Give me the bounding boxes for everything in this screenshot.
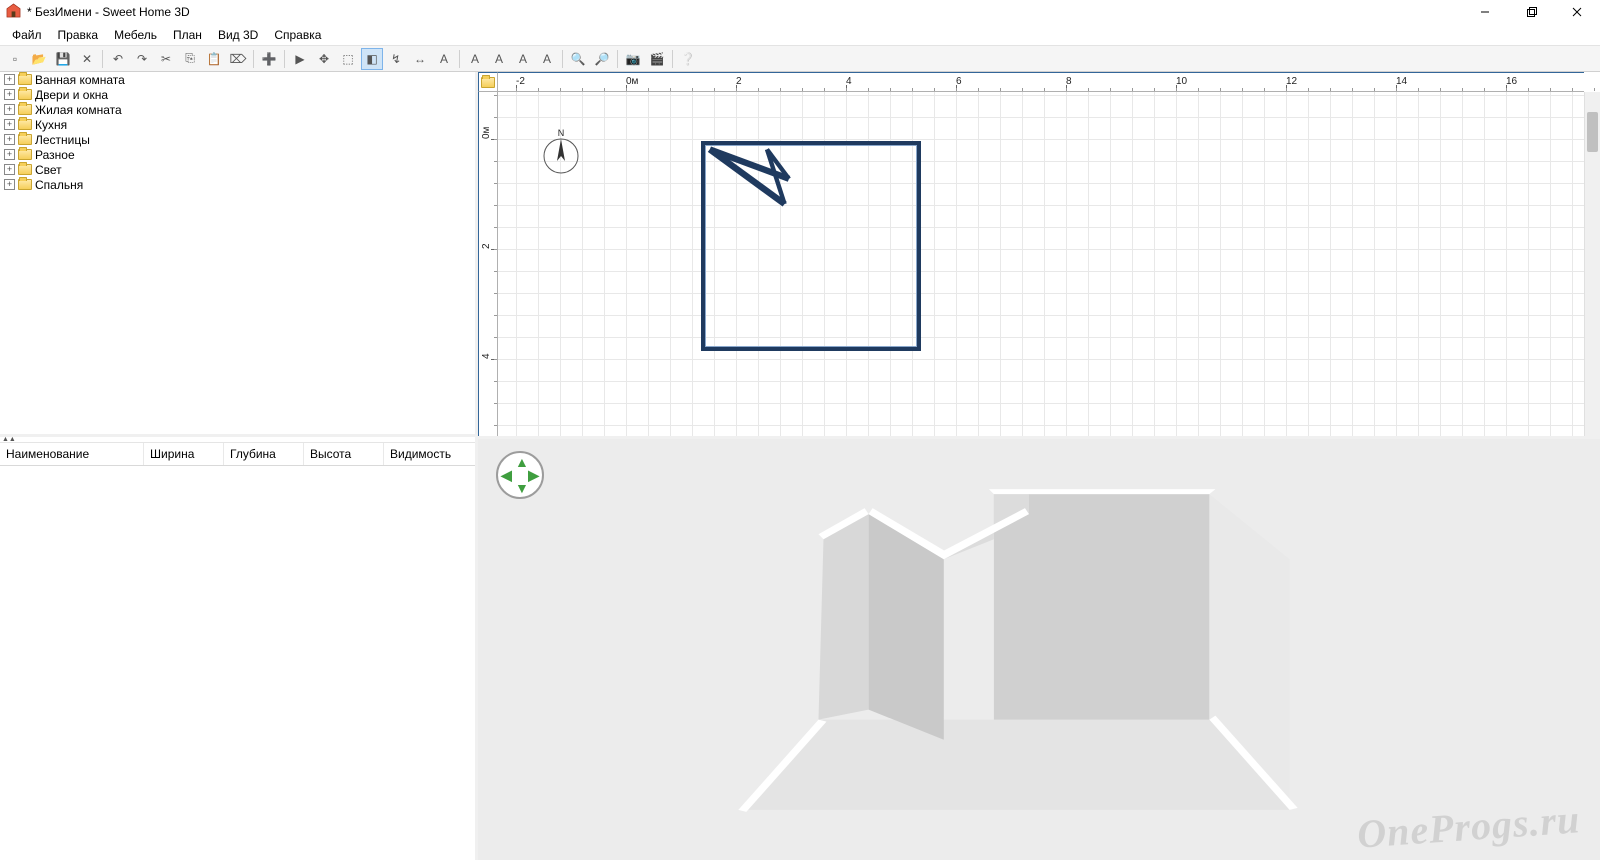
text-bold-icon[interactable]: A [464, 48, 486, 70]
expand-icon[interactable]: + [4, 149, 15, 160]
catalog-label: Свет [35, 163, 62, 177]
catalog-category[interactable]: + Разное [0, 147, 475, 162]
catalog-category[interactable]: + Двери и окна [0, 87, 475, 102]
catalog-label: Жилая комната [35, 103, 122, 117]
catalog-label: Разное [35, 148, 75, 162]
text-increase-icon[interactable]: A [512, 48, 534, 70]
create-rooms-icon[interactable]: ◧ [361, 48, 383, 70]
copy-icon[interactable]: ⎘ [179, 48, 201, 70]
create-dimension-icon[interactable]: ↔ [409, 48, 431, 70]
undo-icon[interactable]: ↶ [107, 48, 129, 70]
table-column-header[interactable]: Наименование [0, 443, 144, 465]
menu-мебель[interactable]: Мебель [106, 26, 165, 44]
table-column-header[interactable]: Ширина [144, 443, 224, 465]
3d-view[interactable]: ▲ ▼ ◀ ▶ [478, 439, 1600, 860]
folder-icon [18, 134, 32, 145]
new-file-icon[interactable]: ▫ [4, 48, 26, 70]
ruler-tick: 0м [626, 76, 638, 87]
ruler-tick: 0м [481, 127, 492, 139]
preferences-icon[interactable]: ✕ [76, 48, 98, 70]
text-decrease-icon[interactable]: A [536, 48, 558, 70]
zoom-in-icon[interactable]: 🔍 [567, 48, 589, 70]
maximize-button[interactable] [1508, 0, 1554, 24]
zoom-out-icon[interactable]: 🔎 [591, 48, 613, 70]
catalog-category[interactable]: + Кухня [0, 117, 475, 132]
folder-icon [18, 119, 32, 130]
cut-icon[interactable]: ✂ [155, 48, 177, 70]
catalog-category[interactable]: + Ванная комната [0, 72, 475, 87]
horizontal-ruler: -20м2468101214161820 [498, 72, 1584, 92]
window-title: * БезИмени - Sweet Home 3D [27, 5, 190, 19]
delete-icon[interactable]: ⌦ [227, 48, 249, 70]
help-icon[interactable]: ❔ [677, 48, 699, 70]
select-icon[interactable]: ▶ [289, 48, 311, 70]
folder-icon [18, 149, 32, 160]
pan-icon[interactable]: ✥ [313, 48, 335, 70]
catalog-label: Кухня [35, 118, 67, 132]
create-polyline-icon[interactable]: ↯ [385, 48, 407, 70]
add-furniture-icon[interactable]: ➕ [258, 48, 280, 70]
folder-icon [18, 74, 32, 85]
furniture-catalog-tree[interactable]: + Ванная комната + Двери и окна + Жилая комна… [0, 72, 475, 437]
minimize-button[interactable] [1462, 0, 1508, 24]
vertical-ruler: 0м246 [478, 92, 498, 436]
folder-icon [18, 179, 32, 190]
redo-icon[interactable]: ↷ [131, 48, 153, 70]
menu-bar: ФайлПравкаМебельПланВид 3DСправка [0, 24, 1600, 46]
save-icon[interactable]: 💾 [52, 48, 74, 70]
ruler-tick: 16 [1506, 76, 1517, 87]
table-column-header[interactable]: Видимость [384, 443, 464, 465]
plan-2d-view[interactable]: -20м2468101214161820 0м246 N [478, 72, 1600, 439]
menu-правка[interactable]: Правка [50, 26, 107, 44]
table-column-header[interactable]: Высота [304, 443, 384, 465]
furniture-table-body[interactable] [0, 466, 475, 860]
catalog-label: Спальня [35, 178, 83, 192]
menu-справка[interactable]: Справка [266, 26, 329, 44]
catalog-category[interactable]: + Жилая комната [0, 102, 475, 117]
ruler-tick: 10 [1176, 76, 1187, 87]
create-text-icon[interactable]: A [433, 48, 455, 70]
expand-icon[interactable]: + [4, 179, 15, 190]
ruler-tick: 14 [1396, 76, 1407, 87]
catalog-label: Ванная комната [35, 73, 125, 87]
catalog-category[interactable]: + Спальня [0, 177, 475, 192]
expand-icon[interactable]: + [4, 104, 15, 115]
menu-план[interactable]: План [165, 26, 210, 44]
catalog-category[interactable]: + Свет [0, 162, 475, 177]
expand-icon[interactable]: + [4, 164, 15, 175]
catalog-label: Двери и окна [35, 88, 108, 102]
folder-icon [18, 164, 32, 175]
ruler-tick: 12 [1286, 76, 1297, 87]
app-icon [6, 3, 21, 21]
folder-icon [18, 104, 32, 115]
expand-icon[interactable]: + [4, 89, 15, 100]
table-column-header[interactable]: Глубина [224, 443, 304, 465]
open-folder-icon[interactable]: 📂 [28, 48, 50, 70]
expand-icon[interactable]: + [4, 119, 15, 130]
ruler-tick: -2 [516, 76, 525, 87]
expand-icon[interactable]: + [4, 74, 15, 85]
title-bar: * БезИмени - Sweet Home 3D [0, 0, 1600, 24]
video-icon[interactable]: 🎬 [646, 48, 668, 70]
text-italic-icon[interactable]: A [488, 48, 510, 70]
svg-text:N: N [558, 128, 565, 138]
create-walls-icon[interactable]: ⬚ [337, 48, 359, 70]
close-button[interactable] [1554, 0, 1600, 24]
furniture-table: ▲▲ НаименованиеШиринаГлубинаВысотаВидимо… [0, 437, 475, 860]
plan-grid [498, 92, 1584, 436]
paste-icon[interactable]: 📋 [203, 48, 225, 70]
room-inner-walls [701, 141, 921, 351]
folder-icon [18, 89, 32, 100]
ruler-corner [478, 72, 498, 92]
catalog-category[interactable]: + Лестницы [0, 132, 475, 147]
compass-icon[interactable]: N [538, 128, 584, 174]
photo-icon[interactable]: 📷 [622, 48, 644, 70]
catalog-label: Лестницы [35, 133, 90, 147]
menu-вид 3d[interactable]: Вид 3D [210, 26, 266, 44]
toolbar: ▫📂💾✕↶↷✂⎘📋⌦➕▶✥⬚◧↯↔AAAAA🔍🔎📷🎬❔ [0, 46, 1600, 72]
plan-vertical-scrollbar[interactable] [1584, 92, 1600, 436]
expand-icon[interactable]: + [4, 134, 15, 145]
menu-файл[interactable]: Файл [4, 26, 50, 44]
